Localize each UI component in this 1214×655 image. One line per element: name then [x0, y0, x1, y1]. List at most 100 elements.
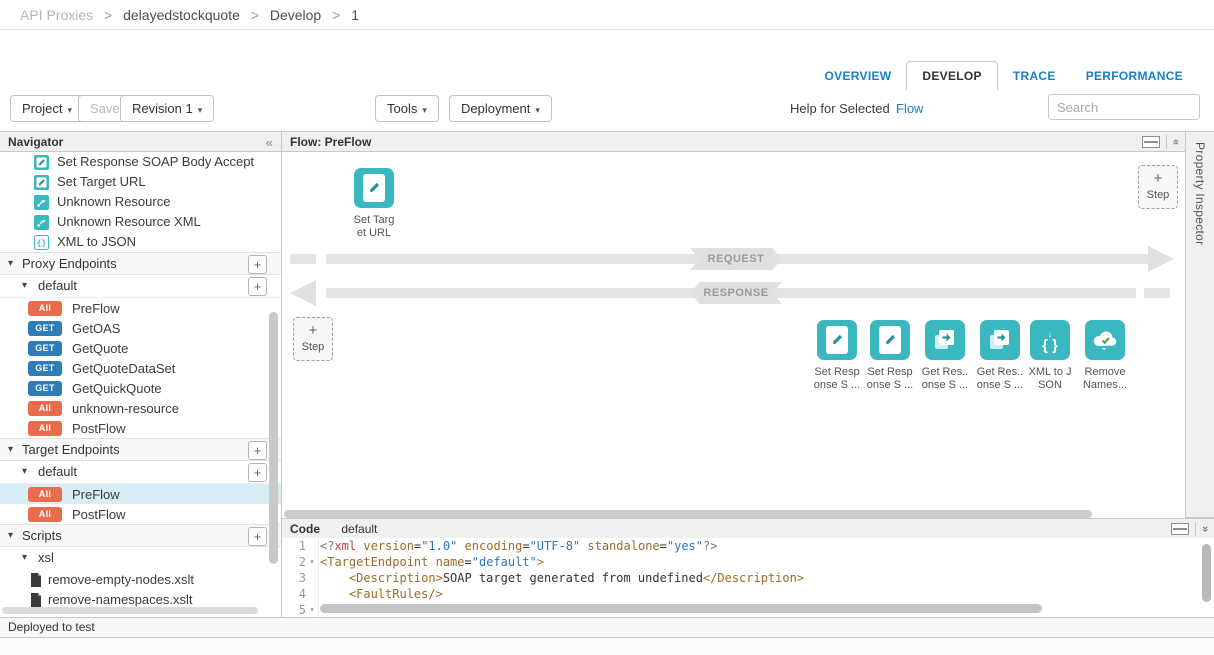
add-script-button[interactable]: + — [248, 527, 267, 546]
group-label: xsl — [38, 550, 54, 565]
script-file-name: remove-empty-nodes.xslt — [48, 572, 194, 587]
section-target-endpoints[interactable]: ▾ Target Endpoints + — [0, 438, 281, 461]
flow-name: GetOAS — [72, 321, 120, 336]
chevron-down-icon: ▾ — [535, 105, 540, 115]
method-badge: GET — [28, 361, 62, 376]
flow-name: GetQuoteDataSet — [72, 361, 175, 376]
request-badge: REQUEST — [690, 248, 782, 270]
code-panel-title: Code — [290, 519, 320, 539]
proxy-endpoint-default[interactable]: ▾ default + — [0, 275, 281, 298]
method-badge: GET — [28, 321, 62, 336]
policy-item[interactable]: Set Response SOAP Body Accept — [0, 152, 281, 172]
search-input[interactable] — [1048, 94, 1200, 120]
code-line-text: <TargetEndpoint name="default"> — [318, 554, 544, 570]
method-badge: GET — [28, 341, 62, 356]
flow-title: Flow: PreFlow — [290, 135, 371, 149]
navigator-horizontal-scrollbar[interactable] — [2, 607, 258, 614]
tools-menu-button[interactable]: Tools▾ — [375, 95, 439, 122]
expander-caret-icon[interactable]: ▾ — [22, 547, 27, 569]
policy-label: Unknown Resource — [57, 192, 170, 212]
flow-step-set-target-url[interactable] — [354, 168, 394, 208]
tab-trace[interactable]: TRACE — [998, 62, 1071, 90]
collapse-down-icon[interactable]: » — [1200, 526, 1210, 532]
nav-flow-row[interactable]: GET GetQuickQuote — [0, 378, 281, 398]
section-proxy-endpoints[interactable]: ▾ Proxy Endpoints + — [0, 252, 281, 275]
expander-caret-icon[interactable]: ▾ — [22, 461, 27, 483]
fold-caret-icon[interactable]: ▾ — [306, 554, 318, 570]
line-number: 4 — [282, 586, 306, 602]
add-proxy-endpoint-button[interactable]: + — [248, 255, 267, 274]
add-flow-button[interactable]: + — [248, 277, 267, 296]
nav-flow-row[interactable]: All PostFlow — [0, 418, 281, 438]
code-editor[interactable]: 1<?xml version="1.0" encoding="UTF-8" st… — [282, 538, 1214, 617]
split-view-icon[interactable] — [1142, 136, 1160, 148]
expander-caret-icon[interactable]: ▾ — [8, 439, 13, 461]
nav-flow-row-selected[interactable]: All PreFlow — [0, 484, 281, 504]
nav-flow-row[interactable]: GET GetQuoteDataSet — [0, 358, 281, 378]
section-scripts[interactable]: ▾ Scripts + — [0, 524, 281, 547]
deployment-menu-button[interactable]: Deployment▾ — [449, 95, 552, 122]
code-horizontal-scrollbar[interactable] — [320, 604, 1042, 613]
flow-horizontal-scrollbar[interactable] — [284, 510, 1092, 518]
add-step-button[interactable]: + Step — [293, 317, 333, 361]
navigator-vertical-scrollbar[interactable] — [269, 312, 278, 564]
policy-label: Set Response SOAP Body Accept — [57, 152, 254, 172]
flow-step-set-response[interactable] — [817, 320, 857, 360]
split-view-icon[interactable] — [1171, 523, 1189, 535]
code-line: 1<?xml version="1.0" encoding="UTF-8" st… — [282, 538, 1214, 554]
expander-caret-icon[interactable]: ▾ — [22, 275, 27, 297]
fold-caret-icon — [306, 570, 318, 586]
breadcrumb-proxy-name: delayedstockquote — [123, 7, 240, 23]
flow-name: PreFlow — [72, 301, 120, 316]
fold-caret-icon[interactable]: ▾ — [306, 602, 318, 617]
nav-flow-row[interactable]: GET GetOAS — [0, 318, 281, 338]
tab-overview[interactable]: OVERVIEW — [810, 62, 907, 90]
script-file-row[interactable]: remove-empty-nodes.xslt — [0, 570, 281, 590]
code-line-text: <Description>SOAP target generated from … — [318, 570, 804, 586]
policy-item[interactable]: Unknown Resource — [0, 192, 281, 212]
nav-flow-row[interactable]: GET GetQuote — [0, 338, 281, 358]
project-menu-button[interactable]: Project▾ — [10, 95, 84, 122]
property-inspector-label: Property Inspector — [1193, 142, 1207, 245]
breadcrumb-api-proxies[interactable]: API Proxies — [20, 7, 93, 23]
scripts-group-xsl[interactable]: ▾ xsl — [0, 547, 281, 570]
property-inspector-strip[interactable]: Property Inspector — [1186, 131, 1214, 518]
code-vertical-scrollbar[interactable] — [1202, 544, 1211, 602]
method-badge: GET — [28, 381, 62, 396]
flow-name: PostFlow — [72, 507, 125, 522]
policy-item[interactable]: Unknown Resource XML — [0, 212, 281, 232]
nav-flow-row[interactable]: All PostFlow — [0, 504, 281, 524]
nav-flow-row[interactable]: All unknown-resource — [0, 398, 281, 418]
flow-name: GetQuickQuote — [72, 381, 162, 396]
collapse-panel-icon[interactable]: « — [266, 133, 273, 153]
policy-item[interactable]: Set Target URL — [0, 172, 281, 192]
add-target-endpoint-button[interactable]: + — [248, 441, 267, 460]
plus-icon: + — [1139, 170, 1177, 187]
help-flow-link[interactable]: Flow — [896, 101, 923, 116]
expander-caret-icon[interactable]: ▾ — [8, 525, 13, 547]
expander-caret-icon[interactable]: ▾ — [8, 253, 13, 275]
flow-step-xml-to-json[interactable]: ↓ { } — [1030, 320, 1070, 360]
nav-flow-row[interactable]: All PreFlow — [0, 298, 281, 318]
flow-step-set-response[interactable] — [870, 320, 910, 360]
tab-develop[interactable]: DEVELOP — [906, 61, 997, 91]
flow-canvas[interactable]: Set Targ et URL + Step REQUEST RESPONSE … — [282, 152, 1185, 518]
code-panel-subtitle: default — [341, 519, 377, 539]
status-bar: Deployed to test — [0, 617, 1214, 638]
collapse-up-icon[interactable]: » — [1171, 139, 1181, 145]
flow-step-get-response[interactable] — [925, 320, 965, 360]
navigator-panel: Navigator « Set Response SOAP Body Accep… — [0, 131, 282, 617]
tab-performance[interactable]: PERFORMANCE — [1071, 62, 1198, 90]
navigator-title: Navigator — [8, 135, 63, 149]
code-panel: Code default » 1<?xml version="1.0" enco… — [282, 518, 1214, 617]
method-badge: All — [28, 301, 62, 316]
add-flow-button[interactable]: + — [248, 463, 267, 482]
add-step-button[interactable]: + Step — [1138, 165, 1178, 209]
line-number: 2 — [282, 554, 306, 570]
revision-menu-button[interactable]: Revision 1▾ — [120, 95, 214, 122]
method-badge: All — [28, 401, 62, 416]
policy-item[interactable]: {} XML to JSON — [0, 232, 281, 252]
target-endpoint-default[interactable]: ▾ default + — [0, 461, 281, 484]
flow-step-remove-namespaces[interactable] — [1085, 320, 1125, 360]
flow-step-get-response[interactable] — [980, 320, 1020, 360]
